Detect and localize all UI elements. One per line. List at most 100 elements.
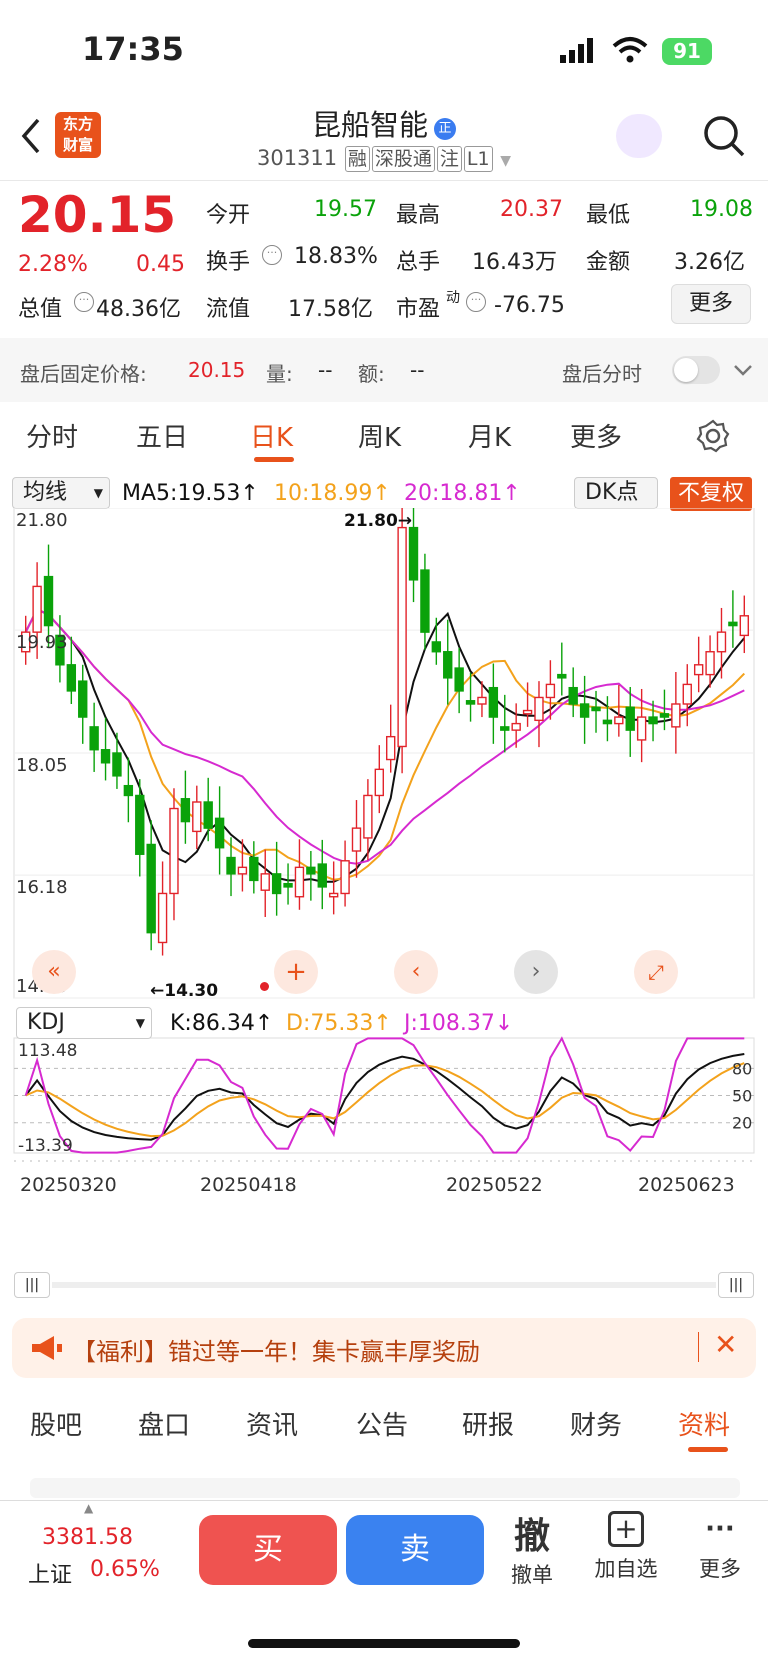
rewind-icon[interactable]: «	[32, 950, 76, 994]
candle-body	[716, 631, 727, 653]
more-dots-icon: ···	[705, 1514, 735, 1544]
candle-body	[283, 882, 293, 888]
date-tick-label: 20250418	[200, 1174, 297, 1196]
gear-icon[interactable]	[696, 419, 730, 453]
tab-indicator	[688, 1447, 728, 1452]
candle-body	[614, 716, 624, 725]
after-hours-toggle[interactable]	[672, 356, 720, 384]
candle-body	[237, 866, 248, 875]
candle-body	[317, 863, 327, 888]
adjust-button[interactable]: 不复权	[670, 477, 752, 511]
tab-orderbook[interactable]: 盘口	[138, 1405, 190, 1442]
candle-body	[249, 856, 259, 882]
after-vol-label: 量:	[266, 362, 293, 386]
date-tick-label: 20250320	[20, 1174, 117, 1196]
scroll-handle-left[interactable]: |||	[14, 1272, 50, 1298]
candle-body	[192, 801, 202, 833]
info-tabs: 股吧 盘口 资讯 公告 研报 财务 资料	[0, 1393, 768, 1463]
price-tick-label: 16.18	[16, 877, 68, 898]
candle-body	[340, 860, 350, 895]
next-icon[interactable]: ›	[514, 950, 558, 994]
candle-body	[328, 892, 339, 898]
candle-body	[443, 651, 453, 679]
robot-avatar-icon[interactable]	[616, 114, 662, 158]
chevron-down-icon[interactable]	[732, 362, 754, 378]
buy-button[interactable]: 买	[199, 1515, 337, 1585]
amount-label: 金额	[586, 250, 631, 275]
dk-button[interactable]: DK点	[574, 477, 658, 509]
tab-five-day[interactable]: 五日	[136, 417, 188, 454]
volume-label: 总手	[396, 250, 441, 275]
candle-body	[306, 866, 316, 875]
index-pct: 0.65%	[90, 1557, 160, 1582]
volume-value: 16.43万	[472, 250, 557, 275]
info-icon[interactable]: ···	[466, 292, 486, 312]
candle-body	[408, 526, 419, 581]
low-annotation: ←14.30	[150, 981, 218, 1001]
candle-body	[579, 703, 590, 718]
candle-body	[180, 798, 191, 823]
after-intraday-label: 盘后分时	[562, 362, 642, 386]
candle-body	[636, 716, 647, 741]
tab-monthly-k[interactable]: 月K	[468, 417, 511, 454]
tab-intraday[interactable]: 分时	[26, 417, 78, 454]
info-icon[interactable]: ···	[262, 245, 282, 265]
candle-body	[454, 667, 464, 692]
candle-body	[271, 873, 282, 895]
range-scrollbar[interactable]: ||| |||	[14, 1270, 754, 1300]
date-tick-label: 20250623	[638, 1174, 735, 1196]
status-bar: 17:35 91	[0, 0, 768, 100]
tab-forum[interactable]: 股吧	[30, 1405, 82, 1442]
kdj-k-line	[24, 1053, 745, 1141]
fullscreen-icon[interactable]: ⤢	[634, 950, 678, 994]
tab-profile[interactable]: 资料	[678, 1405, 730, 1442]
kdj-level-label: 80	[732, 1059, 752, 1078]
candle-body	[112, 752, 122, 777]
search-icon[interactable]	[702, 114, 746, 158]
pe-value: -76.75	[494, 293, 565, 318]
kline-chart[interactable]: 21.8019.9318.0516.1814.3021.80→←14.30805…	[0, 508, 768, 1248]
more-button[interactable]: 更多	[671, 284, 751, 324]
trade-footer: ▲ 3381.58 上证 0.65% 买 卖 撤撤单 + 加自选 ··· 更多	[0, 1500, 768, 1663]
sell-button[interactable]: 卖	[346, 1515, 484, 1585]
chart-tabs: 分时 五日 日K 周K 月K 更多	[0, 405, 768, 471]
tab-indicator	[254, 457, 294, 462]
candle-body	[169, 807, 179, 895]
candle-body	[500, 726, 510, 731]
index-value: 3381.58	[42, 1525, 133, 1550]
zoom-in-icon[interactable]: +	[274, 950, 318, 994]
close-icon[interactable]: ✕	[714, 1328, 737, 1361]
more-menu-button[interactable]: ··· 更多	[692, 1511, 748, 1583]
tab-more[interactable]: 更多	[570, 417, 622, 454]
candle-body	[100, 749, 111, 764]
up-arrow-icon: ▲	[84, 1501, 94, 1515]
candle-body	[66, 664, 77, 692]
price-tick-label: 21.80	[16, 510, 68, 531]
prev-icon[interactable]: ‹	[394, 950, 438, 994]
tab-notices[interactable]: 公告	[356, 1405, 408, 1442]
open-label: 今开	[206, 203, 251, 228]
candle-body	[135, 794, 145, 855]
info-icon[interactable]: ···	[74, 292, 94, 312]
tab-news[interactable]: 资讯	[246, 1405, 298, 1442]
cancel-order-button[interactable]: 撤撤单	[500, 1507, 564, 1589]
candle-body	[648, 716, 658, 725]
tab-weekly-k[interactable]: 周K	[358, 417, 401, 454]
candle-body	[260, 873, 270, 891]
candle-body	[728, 621, 738, 627]
low-value: 19.08	[690, 197, 753, 222]
tab-finance[interactable]: 财务	[570, 1405, 622, 1442]
after-price: 20.15	[188, 358, 246, 382]
tab-daily-k[interactable]: 日K	[250, 417, 293, 454]
scroll-handle-right[interactable]: |||	[718, 1272, 754, 1298]
tab-research[interactable]: 研报	[462, 1405, 514, 1442]
mcap-label: 总值	[18, 297, 63, 322]
marker-dot	[260, 982, 269, 991]
candle-body	[625, 706, 635, 731]
candle-body	[146, 843, 156, 934]
candle-body	[294, 866, 305, 898]
promo-banner[interactable]: 【福利】错过等一年！集卡赢丰厚奖励 ✕	[12, 1318, 756, 1378]
ma-select[interactable]: 均线 ▼	[12, 477, 110, 509]
add-watchlist-button[interactable]: + 加自选	[588, 1511, 664, 1583]
indicator-select[interactable]: KDJ ▼	[16, 1007, 152, 1039]
